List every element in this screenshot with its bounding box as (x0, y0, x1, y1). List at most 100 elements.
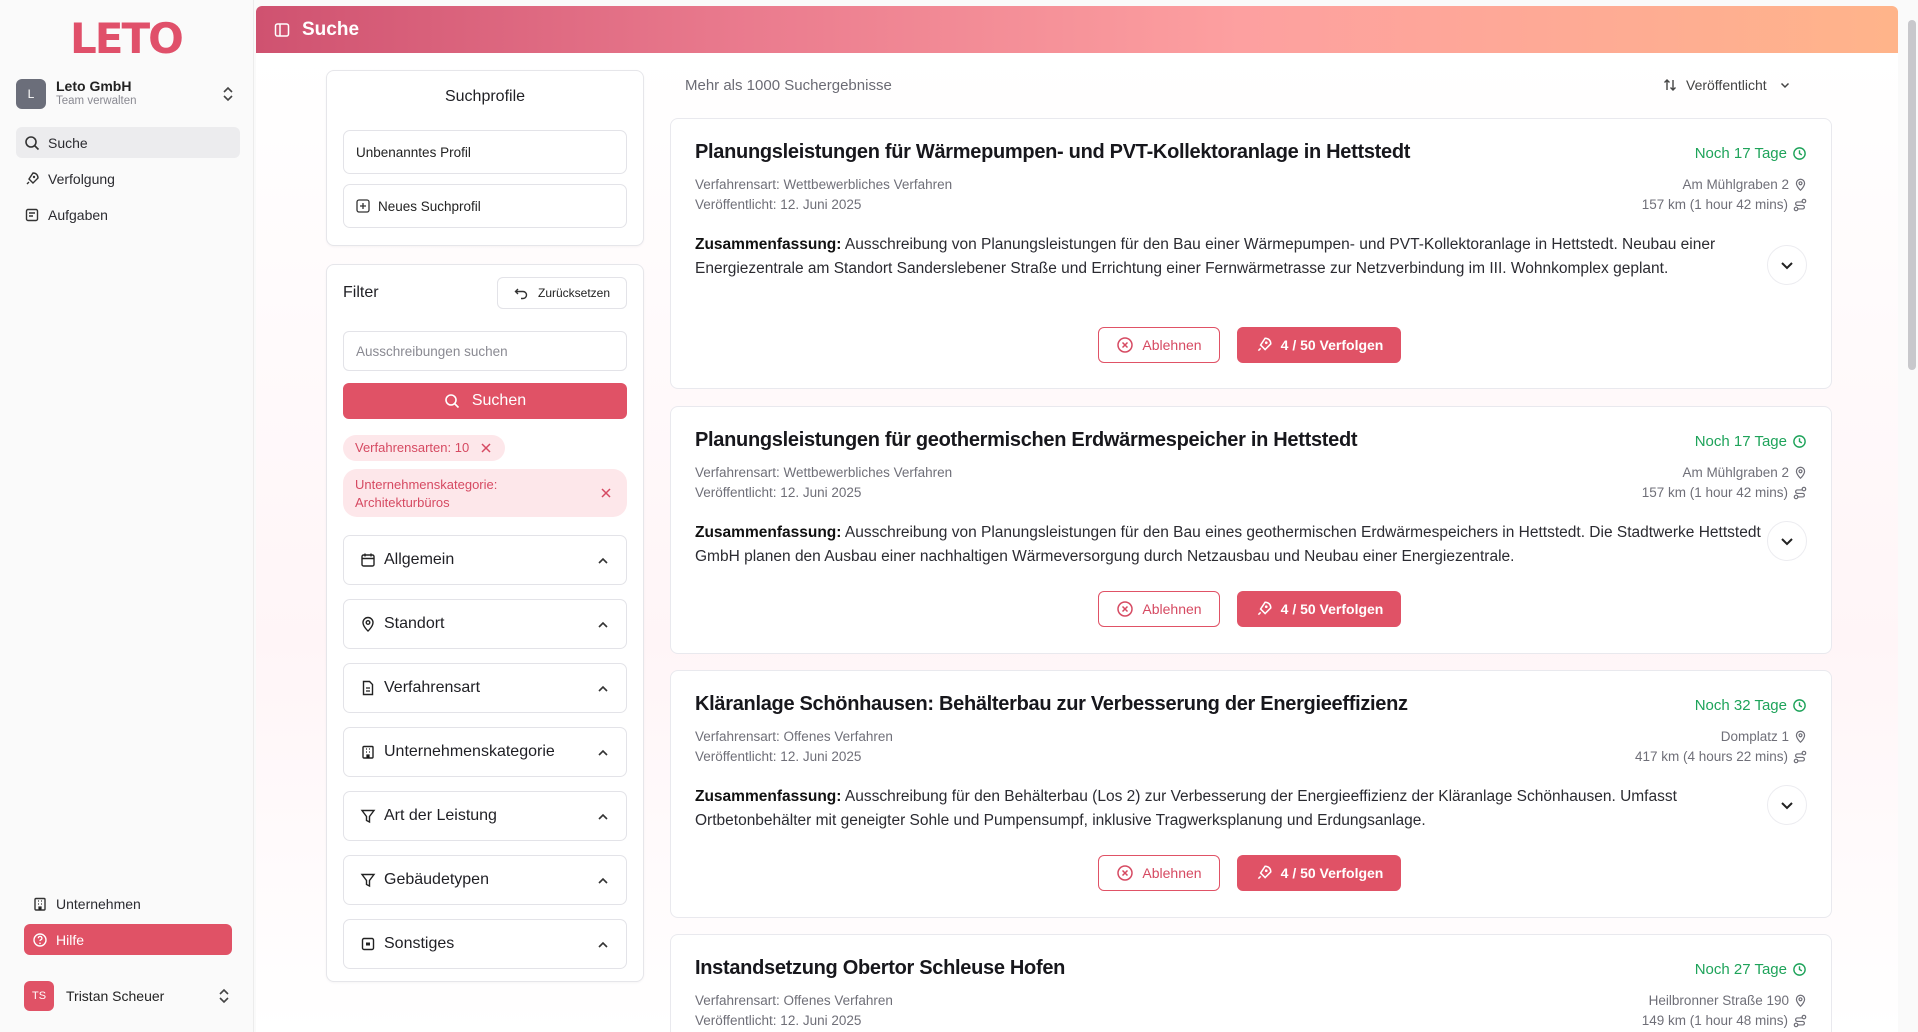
summary-prefix: Zusammenfassung: (695, 788, 842, 805)
address-label: Am Mühlgraben 2 (1682, 465, 1789, 480)
search-icon (25, 135, 40, 150)
team-switcher[interactable]: L Leto GmbH Team verwalten (16, 76, 240, 112)
reject-button[interactable]: Ablehnen (1098, 327, 1220, 363)
section-label: Allgemein (384, 551, 455, 568)
published-date: Veröffentlicht: 12. Juni 2025 (695, 749, 862, 764)
route-icon (1793, 750, 1807, 763)
scrollbar-thumb[interactable] (1908, 20, 1916, 370)
result-card[interactable]: Planungsleistungen für geothermischen Er… (670, 406, 1832, 654)
map-pin-icon (362, 616, 374, 632)
search-input[interactable]: Ausschreibungen suchen (343, 331, 627, 371)
section-label: Verfahrensart (384, 679, 481, 696)
leto-logo[interactable]: LETO (70, 14, 190, 63)
search-button-label: Suchen (471, 392, 527, 409)
filter-section-sonstiges[interactable]: Sonstiges (343, 919, 627, 969)
summary-prefix: Zusammenfassung: (695, 524, 842, 541)
sidebar-item-suche[interactable]: Suche (16, 127, 240, 158)
deadline-badge: Noch 32 Tage (1695, 697, 1807, 714)
sidebar: LETO L Leto GmbH Team verwalten Suche Ve… (0, 0, 254, 1032)
user-menu[interactable]: TS Tristan Scheuer (24, 980, 232, 1012)
search-profiles-panel: Suchprofile Unbenanntes Profil Neues Suc… (326, 70, 644, 246)
route-icon (1793, 486, 1807, 499)
result-card[interactable]: Instandsetzung Obertor Schleuse Hofen No… (670, 934, 1832, 1032)
result-card[interactable]: Planungsleistungen für Wärmepumpen- und … (670, 118, 1832, 389)
sort-dropdown[interactable]: Veröffentlicht (1662, 77, 1791, 93)
profile-label: Unbenanntes Profil (356, 144, 471, 160)
filter-section-standort[interactable]: Standort (343, 599, 627, 649)
help-button[interactable]: Hilfe (24, 924, 232, 955)
distance-label: 157 km (1 hour 42 mins) (1641, 197, 1788, 212)
filter-section-unternehmenskategorie[interactable]: Unternehmenskategorie (343, 727, 627, 777)
clock-icon (1793, 147, 1806, 160)
expand-button[interactable] (1767, 245, 1807, 285)
result-title[interactable]: Kläranlage Schönhausen: Behälterbau zur … (695, 693, 1408, 716)
summary-text: Ausschreibung von Planungsleistungen für… (695, 236, 1716, 277)
procedure-type: Verfahrensart: Wettbewerbliches Verfahre… (695, 177, 953, 192)
address-label: Domplatz 1 (1720, 729, 1789, 744)
sidebar-item-label: Aufgaben (48, 206, 108, 223)
follow-button[interactable]: 4 / 50 Verfolgen (1237, 855, 1401, 891)
distance: 157 km (1 hour 42 mins) (1642, 485, 1807, 500)
sidebar-item-aufgaben[interactable]: Aufgaben (16, 199, 240, 230)
sidebar-item-verfolgung[interactable]: Verfolgung (16, 163, 240, 194)
reset-label: Zurücksetzen (537, 286, 611, 300)
rocket-icon (26, 171, 39, 184)
reject-button[interactable]: Ablehnen (1098, 591, 1220, 627)
plus-square-icon (356, 199, 370, 213)
filter-section-art-der-leistung[interactable]: Art der Leistung (343, 791, 627, 841)
close-icon[interactable] (481, 443, 491, 453)
section-label: Art der Leistung (384, 807, 497, 824)
deadline-badge: Noch 17 Tage (1695, 145, 1807, 162)
address: Domplatz 1 (1721, 729, 1807, 744)
filter-section-gebaeudetypen[interactable]: Gebäudetypen (343, 855, 627, 905)
new-profile-button[interactable]: Neues Suchprofil (343, 184, 627, 228)
reset-button[interactable]: Zurücksetzen (497, 277, 627, 309)
result-title[interactable]: Planungsleistungen für geothermischen Er… (695, 429, 1358, 452)
procedure-type: Verfahrensart: Offenes Verfahren (695, 993, 893, 1008)
address-label: Heilbronner Straße 190 (1648, 993, 1789, 1008)
rocket-icon (1257, 337, 1272, 352)
page-scrollbar[interactable] (1905, 0, 1918, 1032)
published-date: Veröffentlicht: 12. Juni 2025 (695, 197, 862, 212)
document-icon (362, 680, 374, 696)
x-circle-icon (1117, 337, 1134, 353)
expand-button[interactable] (1767, 785, 1807, 825)
user-name: Tristan Scheuer (66, 988, 165, 1004)
result-title[interactable]: Instandsetzung Obertor Schleuse Hofen (695, 957, 1065, 980)
chevron-down-icon (1781, 262, 1793, 270)
distance: 149 km (1 hour 48 mins) (1642, 1013, 1807, 1028)
sidebar-item-unternehmen[interactable]: Unternehmen (24, 888, 232, 919)
published-date: Veröffentlicht: 12. Juni 2025 (695, 1013, 862, 1028)
building-icon (34, 897, 46, 911)
address-label: Am Mühlgraben 2 (1682, 177, 1789, 192)
chevrons-up-down-icon (219, 988, 229, 1004)
calendar-icon (361, 553, 375, 567)
filter-section-allgemein[interactable]: Allgemein (343, 535, 627, 585)
result-summary: Zusammenfassung: Ausschreibung für den B… (695, 785, 1765, 833)
help-circle-icon (33, 932, 47, 947)
chevron-up-icon (598, 941, 608, 948)
chevron-up-icon (598, 813, 608, 820)
search-button[interactable]: Suchen (343, 383, 627, 419)
map-pin-icon (1795, 466, 1806, 479)
follow-button[interactable]: 4 / 50 Verfolgen (1237, 327, 1401, 363)
follow-button[interactable]: 4 / 50 Verfolgen (1237, 591, 1401, 627)
sidebar-item-label: Verfolgung (48, 170, 115, 187)
profile-item[interactable]: Unbenanntes Profil (343, 130, 627, 174)
sort-arrows-icon (1664, 79, 1676, 91)
team-avatar: L (16, 79, 46, 109)
procedure-type: Verfahrensart: Offenes Verfahren (695, 729, 893, 744)
follow-label: 4 / 50 Verfolgen (1280, 601, 1384, 617)
chip-label: Verfahrensarten: 10 (355, 440, 470, 455)
result-card[interactable]: Kläranlage Schönhausen: Behälterbau zur … (670, 670, 1832, 918)
square-dot-icon (361, 937, 375, 951)
map-pin-icon (1795, 730, 1806, 743)
summary-text: Ausschreibung für den Behälterbau (Los 2… (695, 788, 1677, 829)
filter-section-verfahrensart[interactable]: Verfahrensart (343, 663, 627, 713)
sidebar-toggle-icon[interactable] (274, 22, 290, 38)
expand-button[interactable] (1767, 521, 1807, 561)
reject-button[interactable]: Ablehnen (1098, 855, 1220, 891)
close-icon[interactable] (601, 488, 611, 498)
result-title[interactable]: Planungsleistungen für Wärmepumpen- und … (695, 141, 1410, 164)
section-label: Standort (384, 615, 445, 632)
